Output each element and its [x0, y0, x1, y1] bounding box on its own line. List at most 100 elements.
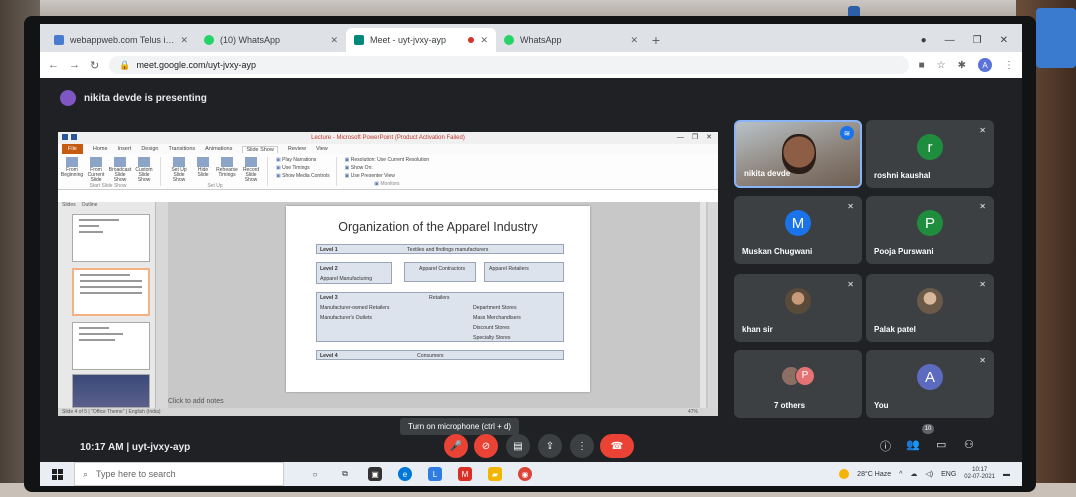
- close-icon[interactable]: ✕: [630, 35, 638, 46]
- ribbon-tab-view[interactable]: View: [316, 146, 328, 152]
- maximize-icon[interactable]: ❐: [692, 132, 698, 144]
- show-on-select[interactable]: Show On:: [345, 165, 373, 171]
- participant-tile-speaking[interactable]: ≋ nikita devde: [734, 120, 862, 188]
- forward-icon[interactable]: →: [69, 59, 80, 71]
- record-icon[interactable]: ●: [921, 35, 927, 46]
- save-icon[interactable]: [62, 134, 68, 140]
- new-tab-button[interactable]: +: [646, 28, 666, 52]
- profile-avatar[interactable]: A: [978, 58, 992, 72]
- star-icon[interactable]: ☆: [937, 60, 946, 71]
- pane-tab-slides[interactable]: Slides: [62, 202, 76, 210]
- start-button[interactable]: [40, 462, 74, 486]
- use-timings-checkbox[interactable]: Use Timings: [276, 165, 310, 171]
- custom-slide-show-button[interactable]: Custom Slide Show: [134, 157, 154, 183]
- chat-icon[interactable]: ▭: [936, 438, 946, 451]
- extensions-icon[interactable]: ✱: [958, 60, 966, 71]
- close-window-icon[interactable]: ✕: [706, 132, 712, 144]
- ribbon-tab-slide-show[interactable]: Slide Show: [242, 145, 278, 153]
- presenter-view-checkbox[interactable]: Use Presenter View: [345, 173, 395, 179]
- participant-tile[interactable]: ✕ P Pooja Purswani: [866, 196, 994, 264]
- zoom-level[interactable]: 47%: [688, 409, 718, 415]
- browser-tab-whatsapp-2[interactable]: WhatsApp ✕: [496, 28, 646, 52]
- notifications-icon[interactable]: ▬: [1003, 471, 1010, 478]
- maximize-icon[interactable]: ❐: [973, 35, 982, 46]
- notes-placeholder[interactable]: Click to add notes: [168, 398, 224, 405]
- participant-tile[interactable]: ✕ M Muskan Chugwani: [734, 196, 862, 264]
- edge-icon[interactable]: e: [398, 467, 412, 481]
- taskbar-clock[interactable]: 10:17 02-07-2021: [964, 467, 995, 480]
- participant-tile-group[interactable]: P 7 others: [734, 350, 862, 418]
- ribbon-tab-home[interactable]: Home: [93, 146, 108, 152]
- back-icon[interactable]: ←: [48, 59, 59, 71]
- from-beginning-button[interactable]: From Beginning: [61, 157, 83, 183]
- store-icon[interactable]: ▣: [368, 467, 382, 481]
- broadcast-button[interactable]: Broadcast Slide Show: [109, 157, 131, 183]
- captions-button[interactable]: ▤: [506, 434, 530, 458]
- ribbon-tab-animations[interactable]: Animations: [205, 146, 232, 152]
- reload-icon[interactable]: ↻: [90, 59, 99, 72]
- volume-icon[interactable]: ◁): [925, 470, 933, 478]
- activities-icon[interactable]: ⚇: [964, 438, 974, 451]
- button-label: Set Up Slide Show: [171, 167, 187, 183]
- camera-button[interactable]: ⊘: [474, 434, 498, 458]
- hide-slide-button[interactable]: Hide Slide: [193, 157, 213, 183]
- slide-canvas: Organization of the Apparel Industry Lev…: [168, 202, 708, 408]
- ribbon-tab-transitions[interactable]: Transitions: [168, 146, 195, 152]
- info-icon[interactable]: ⓘ: [880, 438, 891, 454]
- chrome-icon[interactable]: ◉: [518, 467, 532, 481]
- ribbon-tab-insert[interactable]: Insert: [118, 146, 132, 152]
- microphone-button[interactable]: 🎤: [444, 434, 468, 458]
- minimize-icon[interactable]: —: [945, 35, 955, 46]
- browser-tab-meet[interactable]: Meet - uyt-jvxy-ayp ✕: [346, 28, 496, 52]
- menu-icon[interactable]: ⋮: [1004, 60, 1014, 71]
- browser-tab-telus[interactable]: webappweb.com Telus india ✕: [46, 28, 196, 52]
- more-options-button[interactable]: ⋮: [570, 434, 594, 458]
- close-icon[interactable]: ✕: [330, 35, 338, 46]
- participant-tile[interactable]: ✕ r roshni kaushal: [866, 120, 994, 188]
- undo-icon[interactable]: [71, 134, 77, 140]
- present-button[interactable]: ⇪: [538, 434, 562, 458]
- slide-thumbnail[interactable]: [72, 214, 150, 262]
- leave-call-button[interactable]: ☎: [600, 434, 634, 458]
- cortana-icon[interactable]: ○: [308, 467, 322, 481]
- show-media-controls-checkbox[interactable]: Show Media Controls: [276, 173, 330, 179]
- participant-avatar: P: [795, 365, 815, 386]
- slide-thumbnail[interactable]: [72, 322, 150, 370]
- network-icon[interactable]: ☁: [910, 470, 917, 478]
- resolution-select[interactable]: Resolution: Use Current Resolution: [345, 157, 429, 163]
- ribbon-tab-review[interactable]: Review: [288, 146, 306, 152]
- tray-overflow-icon[interactable]: ^: [899, 471, 902, 478]
- task-view-icon[interactable]: ⧉: [338, 467, 352, 481]
- close-icon[interactable]: ✕: [180, 35, 188, 46]
- set-up-slide-show-button[interactable]: Set Up Slide Show: [169, 157, 189, 183]
- group-avatars: P: [781, 365, 815, 386]
- minimize-icon[interactable]: —: [677, 132, 684, 144]
- slide-thumbnail-selected[interactable]: [72, 268, 150, 316]
- record-slide-show-button[interactable]: Record Slide Show: [241, 157, 261, 183]
- play-narrations-checkbox[interactable]: Play Narrations: [276, 157, 316, 163]
- participant-tile[interactable]: ✕ Palak patel: [866, 274, 994, 342]
- weather-text[interactable]: 28°C Haze: [857, 471, 891, 478]
- ribbon-tab-design[interactable]: Design: [141, 146, 158, 152]
- vertical-scrollbar[interactable]: [700, 202, 706, 408]
- browser-tab-whatsapp-1[interactable]: (10) WhatsApp ✕: [196, 28, 346, 52]
- rehearse-timings-button[interactable]: Rehearse Timings: [216, 157, 238, 183]
- ribbon-tab-file[interactable]: File: [62, 144, 83, 154]
- taskbar-search[interactable]: ⌕ Type here to search: [74, 462, 284, 486]
- address-bar[interactable]: 🔒 meet.google.com/uyt-jvxy-ayp: [109, 56, 909, 74]
- mic-off-icon: ✕: [979, 280, 986, 289]
- app-icon[interactable]: L: [428, 467, 442, 481]
- participant-tile[interactable]: ✕ khan sir: [734, 274, 862, 342]
- slide-thumbnail[interactable]: [72, 374, 150, 408]
- language-indicator[interactable]: ENG: [941, 471, 956, 478]
- pane-tab-outline[interactable]: Outline: [82, 202, 98, 210]
- close-icon[interactable]: ✕: [480, 35, 488, 46]
- from-current-slide-button[interactable]: From Current Slide: [86, 157, 106, 183]
- file-explorer-icon[interactable]: ▰: [488, 467, 502, 481]
- close-window-icon[interactable]: ✕: [1000, 35, 1008, 46]
- camera-indicator-icon[interactable]: ■: [919, 60, 925, 71]
- mail-icon[interactable]: M: [458, 467, 472, 481]
- participant-name: Muskan Chugwani: [742, 247, 813, 256]
- participant-tile-self[interactable]: ✕ A You: [866, 350, 994, 418]
- people-icon[interactable]: 👥: [906, 438, 920, 451]
